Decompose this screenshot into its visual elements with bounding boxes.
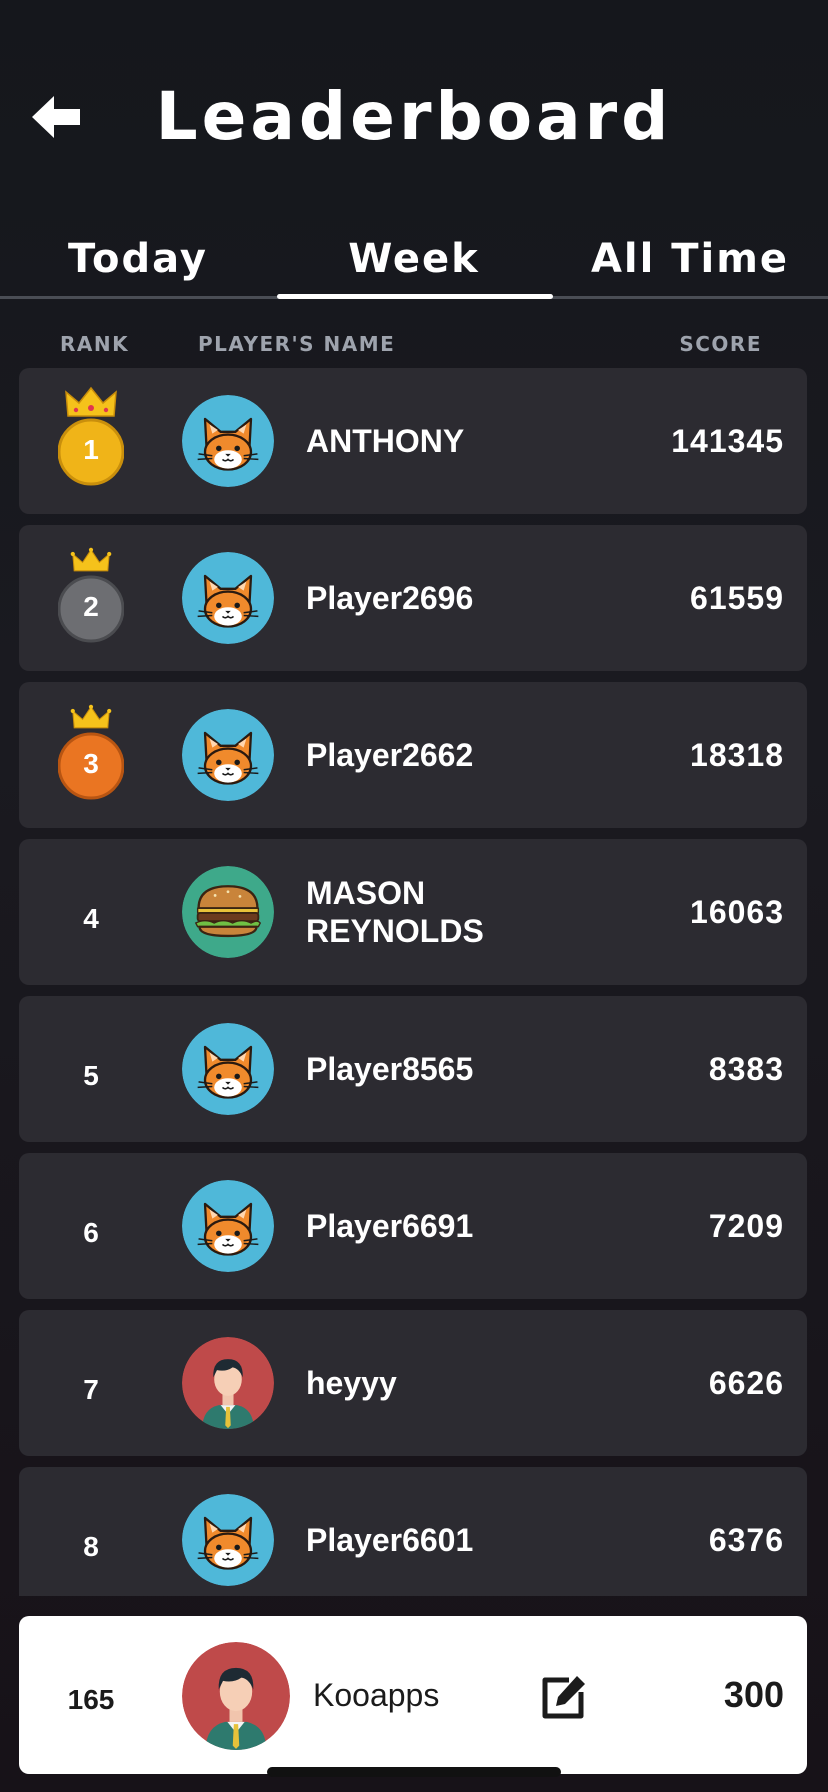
player-name: Player6601 [306, 1522, 474, 1558]
silver-medal-icon: 2 [57, 543, 125, 653]
player-name: Player8565 [306, 1051, 474, 1087]
person-avatar-icon [182, 1642, 290, 1750]
gold-medal-icon: 1 [57, 386, 125, 496]
home-indicator[interactable] [267, 1767, 561, 1777]
tab-today[interactable]: Today [0, 236, 276, 298]
rank-column-header: RANK [60, 332, 130, 356]
edit-icon[interactable] [539, 1672, 589, 1722]
player-score: 61559 [690, 579, 784, 616]
cat-avatar-icon [182, 1180, 274, 1272]
player-score: 18318 [690, 736, 784, 773]
player-score: 141345 [671, 422, 784, 459]
leaderboard-row: 7 heyyy 6626 [19, 1310, 807, 1456]
rank-number: 5 [83, 1060, 99, 1091]
tab-week[interactable]: Week [276, 236, 552, 298]
player-name: Player2662 [306, 737, 474, 773]
current-user-score: 300 [723, 1674, 784, 1715]
player-name: ANTHONY [306, 423, 465, 459]
player-score: 16063 [690, 893, 784, 930]
leaderboard-row: 2 Player2696 61559 [19, 525, 807, 671]
player-score: 6376 [708, 1521, 784, 1558]
score-column-header: SCORE [679, 332, 762, 356]
leaderboard-list[interactable]: 1 ANTHONY 141345 2 Player2696 61559 3 Pl… [0, 368, 828, 1596]
leaderboard-row: 3 Player2662 18318 [19, 682, 807, 828]
leaderboard-row: 4 MASON REYNOLDS 16063 [19, 839, 807, 985]
name-column-header: PLAYER'S NAME [198, 332, 396, 356]
tab-selected-indicator [277, 294, 553, 299]
tab-all-time[interactable]: All Time [552, 236, 828, 298]
tab-bar: Today Week All Time [0, 236, 828, 300]
current-user-rank: 165 [67, 1684, 115, 1715]
leaderboard-row: 8 Player6601 6376 [19, 1467, 807, 1596]
rank-number: 7 [83, 1374, 99, 1405]
bronze-medal-icon: 3 [57, 700, 125, 810]
player-score: 6626 [708, 1364, 784, 1401]
player-score: 7209 [708, 1207, 784, 1244]
leaderboard-row: 1 ANTHONY 141345 [19, 368, 807, 514]
player-name: Player6691 [306, 1208, 474, 1244]
rank-number: 8 [83, 1531, 99, 1562]
leaderboard-row: 6 Player6691 7209 [19, 1153, 807, 1299]
column-headers: RANK PLAYER'S NAME SCORE [0, 332, 828, 358]
player-name: Player2696 [306, 580, 474, 616]
leaderboard-row: 5 Player8565 8383 [19, 996, 807, 1142]
medal-rank-label: 1 [83, 434, 99, 465]
rank-number: 4 [83, 903, 99, 934]
rank-number: 6 [83, 1217, 99, 1248]
player-name: MASON REYNOLDS [306, 875, 484, 949]
cat-avatar-icon [182, 1494, 274, 1586]
medal-rank-label: 2 [83, 591, 99, 622]
header: Leaderboard [0, 0, 828, 220]
player-name: heyyy [306, 1365, 397, 1401]
cat-avatar-icon [182, 709, 274, 801]
person-avatar-icon [182, 1337, 274, 1429]
player-score: 8383 [708, 1050, 784, 1087]
cat-avatar-icon [182, 1023, 274, 1115]
current-user-name: Kooapps [313, 1676, 440, 1713]
medal-rank-label: 3 [83, 748, 99, 779]
current-user-bar: 165 Kooapps 300 [19, 1616, 807, 1774]
cat-avatar-icon [182, 552, 274, 644]
cat-avatar-icon [182, 395, 274, 487]
page-title: Leaderboard [155, 78, 673, 155]
burger-avatar-icon [182, 866, 274, 958]
